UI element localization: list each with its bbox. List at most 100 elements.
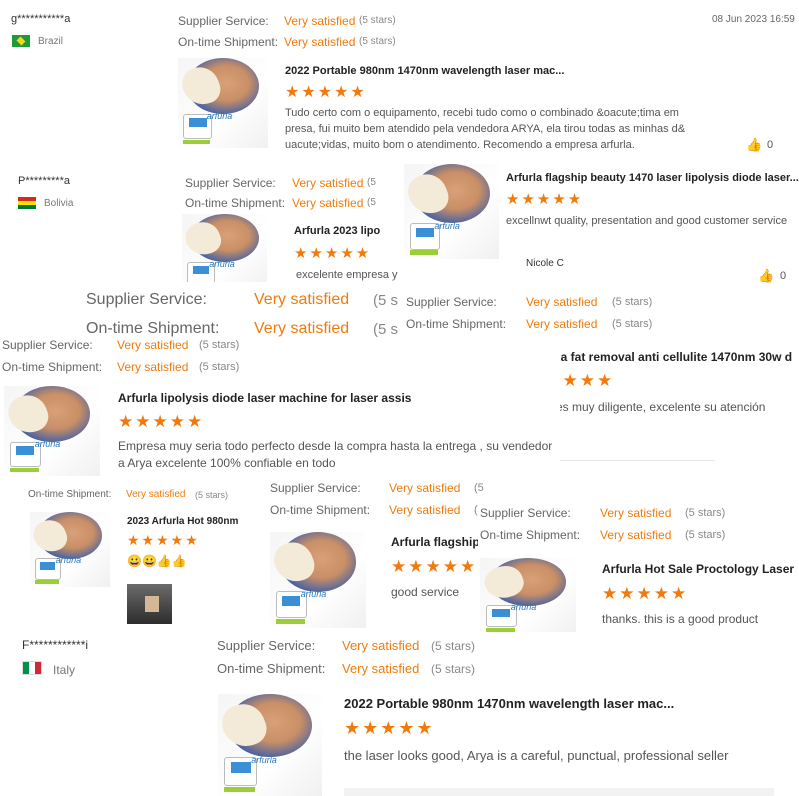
buyer-name: g***********a (11, 13, 71, 25)
shipment-stars: (5 (367, 197, 376, 208)
supplier-service-value: Very satisfied (342, 638, 420, 653)
shipment-value: Very satisfied (526, 317, 598, 331)
supplier-service-stars: (5 s (373, 292, 399, 309)
shipment-label: On-time Shipment: (28, 489, 112, 500)
review-photo[interactable] (127, 584, 172, 624)
supplier-service-value: Very satisfied (117, 338, 189, 352)
shipment-label: On-time Shipment: (185, 196, 286, 210)
buyer-country: Brazil (38, 36, 64, 47)
supplier-service-label: Supplier Service: (480, 506, 571, 520)
supplier-service-value: Very satisfied (284, 14, 356, 28)
shipment-stars: (5 s (373, 321, 399, 338)
product-title-link[interactable]: Arfurla lipolysis diode laser machine fo… (118, 391, 411, 405)
review-text: Arya es muy diligente, excelente su aten… (528, 400, 766, 414)
review-card-3: arfurla Arfurla flagship beauty 1470 las… (398, 158, 799, 288)
supplier-service-label: Supplier Service: (185, 176, 276, 190)
shipment-stars: (5 stars) (431, 662, 476, 676)
review-card-2: P*********a Bolivia Supplier Service: Ve… (0, 162, 400, 292)
shipment-stars: (5 stars) (195, 490, 229, 500)
rating-stars: ★★★★★ (294, 245, 372, 262)
product-thumbnail[interactable]: arfurla (480, 558, 576, 635)
shipment-value: Very satisfied (389, 503, 461, 517)
product-thumbnail[interactable]: arfurla (30, 512, 110, 587)
rating-stars: ★★★★★ (506, 191, 584, 208)
supplier-service-label: Supplier Service: (217, 638, 316, 653)
buyer-country: Bolivia (44, 198, 74, 209)
shipment-value: Very satisfied (342, 661, 420, 676)
review-text-line-1: Empresa muy seria todo perfecto desde la… (118, 439, 553, 453)
rating-stars: ★★★★★ (602, 584, 689, 603)
shipment-stars: (5 stars) (685, 529, 726, 541)
review-text: excelente empresa y vendedores (296, 269, 400, 281)
supplier-service-value: Very satisfied (292, 176, 364, 190)
shipment-value: Very satisfied (292, 196, 364, 210)
shipment-label: On-time Shipment: (86, 320, 220, 337)
product-thumbnail[interactable]: arfurla (404, 164, 499, 259)
review-date: 08 Jun 2023 16:59 (712, 14, 795, 25)
product-title-link[interactable]: Arfurla 2023 lipo (294, 225, 380, 237)
review-text-line-1: Tudo certo com o equipamento, recebi tud… (285, 107, 679, 119)
shipment-value: Very satisfied (600, 528, 672, 542)
review-text-line-2: a Arya excelente 100% confiable en todo (118, 456, 336, 470)
review-emoji: 😀😀👍👍 (127, 554, 187, 568)
rating-stars: ★★★★★ (285, 84, 367, 101)
bolivia-flag-icon (18, 197, 36, 209)
like-count: 0 (780, 270, 787, 282)
shipment-label: On-time Shipment: (480, 528, 581, 542)
rating-stars: ★★★★★ (344, 718, 435, 738)
shipment-label: On-time Shipment: (217, 661, 326, 676)
supplier-service-stars: (5 stars) (612, 296, 653, 308)
product-thumbnail[interactable]: arfurla (270, 532, 366, 628)
shipment-label: On-time Shipment: (270, 503, 371, 517)
review-card-8: Supplier Service: Very satisfied (5 star… (262, 474, 487, 634)
shipment-stars: (5 stars) (199, 361, 240, 373)
italy-flag-icon (22, 661, 42, 675)
shipment-value: Very satisfied (117, 360, 189, 374)
product-title-link[interactable]: Arfurla Hot Sale Proctology Laser (602, 562, 794, 576)
review-text: the laser looks good, Arya is a careful,… (344, 748, 729, 763)
supplier-service-label: Supplier Service: (270, 481, 361, 495)
product-thumbnail[interactable]: arfurla (4, 386, 100, 476)
divider (560, 460, 715, 461)
review-text-line-2: presa, fui muito bem atendido pela vende… (285, 123, 686, 135)
review-card-10: F************i Italy Supplier Service: V… (0, 632, 799, 796)
shipment-label: On-time Shipment: (178, 35, 279, 49)
supplier-service-label: Supplier Service: (406, 295, 497, 309)
thumbs-up-icon[interactable]: 👍 (746, 137, 762, 153)
review-card-9: Supplier Service: Very satisfied (5 star… (478, 500, 799, 635)
supplier-service-stars: (5 stars) (431, 639, 476, 653)
product-title-link[interactable]: Arfurla flagship (391, 535, 480, 549)
product-title-link[interactable]: 2022 Portable 980nm 1470nm wavelength la… (344, 696, 674, 711)
next-buyer-name: Nicole C (526, 258, 564, 269)
product-title-link[interactable]: Arfurla flagship beauty 1470 laser lipol… (506, 172, 799, 184)
product-thumbnail[interactable]: arfurla (182, 214, 267, 292)
supplier-service-stars: (5 stars) (474, 482, 487, 494)
supplier-service-label: Supplier Service: (178, 14, 269, 28)
review-card-7: On-time Shipment: Very satisfied (5 star… (20, 482, 265, 632)
product-thumbnail[interactable]: arfurla (218, 694, 322, 796)
buyer-country: Italy (53, 663, 76, 677)
review-card-1: g***********a Brazil Supplier Service: V… (0, 0, 799, 160)
buyer-name: P*********a (18, 175, 70, 187)
shipment-label: On-time Shipment: (406, 317, 507, 331)
review-text: good service (391, 585, 460, 599)
supplier-service-stars: (5 stars) (685, 507, 726, 519)
divider (344, 788, 774, 796)
shipment-stars: (5 stars) (612, 318, 653, 330)
shipment-stars: (5 stars) (359, 36, 396, 47)
shipment-value: Very satisfied (254, 320, 350, 337)
review-card-4: Supplier Service: Very satisfied (5 s On… (0, 282, 400, 338)
shipment-value: Very satisfied (284, 35, 356, 49)
supplier-service-stars: (5 (367, 177, 376, 188)
product-thumbnail[interactable]: arfurla (178, 58, 268, 148)
thumbs-up-icon[interactable]: 👍 (758, 268, 774, 284)
product-title-link[interactable]: 2022 Portable 980nm 1470nm wavelength la… (285, 65, 564, 77)
brazil-flag-icon (12, 35, 30, 47)
rating-stars: ★★★★★ (118, 412, 205, 431)
supplier-service-value: Very satisfied (254, 291, 350, 308)
rating-stars: ★★★★★ (127, 532, 200, 548)
review-text-line-3: uacute;vidas, muito bom o atendimento. R… (285, 139, 635, 151)
product-title-link[interactable]: 2023 Arfurla Hot 980nm (127, 516, 238, 527)
product-title-link[interactable]: Arfurla fat removal anti cellulite 1470n… (528, 350, 792, 364)
supplier-service-stars: (5 stars) (199, 339, 240, 351)
